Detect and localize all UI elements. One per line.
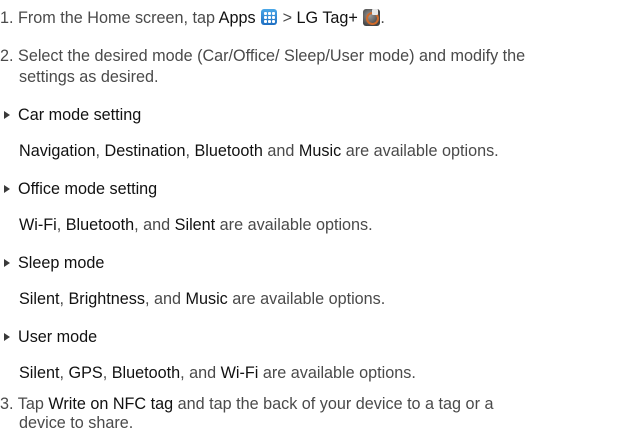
step-text: device to share. — [19, 414, 134, 432]
step-number: 2. — [0, 47, 14, 65]
sleep-mode-heading: Sleep mode — [4, 253, 104, 274]
step-number: 3. — [0, 395, 14, 413]
car-mode-heading: Car mode setting — [4, 105, 141, 126]
write-nfc-label: Write on NFC tag — [48, 395, 174, 413]
office-mode-options: Wi-Fi, Bluetooth, and Silent are availab… — [19, 216, 373, 234]
step-2-continued: settings as desired. — [19, 67, 158, 88]
lg-tag-plus-icon — [363, 9, 381, 26]
step-1: 1. From the Home screen, tap Apps > LG T… — [0, 8, 385, 29]
car-mode-options: Navigation, Destination, Bluetooth and M… — [19, 142, 499, 160]
step-text: and tap the back of your device to a tag… — [177, 395, 494, 413]
instruction-document: 1. From the Home screen, tap Apps > LG T… — [0, 0, 621, 433]
office-mode-heading: Office mode setting — [4, 179, 157, 200]
user-mode-heading: User mode — [4, 327, 97, 348]
lg-tag-label: LG Tag+ — [296, 9, 358, 27]
step-3-continued: device to share. — [19, 413, 133, 434]
step-text: settings as desired. — [19, 68, 159, 86]
triangle-bullet-icon — [4, 333, 10, 341]
step-text: Select the desired mode (Car/Office/ Sle… — [18, 47, 526, 65]
arrow-separator: > — [282, 9, 293, 27]
triangle-bullet-icon — [4, 111, 10, 119]
apps-grid-icon — [261, 9, 278, 25]
triangle-bullet-icon — [4, 259, 10, 267]
step-text: From the Home screen, tap — [18, 9, 216, 27]
step-number: 1. — [0, 9, 14, 27]
step-3: 3. Tap Write on NFC tag and tap the back… — [0, 394, 493, 415]
step-text: Tap — [17, 395, 44, 413]
period: . — [380, 9, 385, 27]
step-2: 2. Select the desired mode (Car/Office/ … — [0, 46, 525, 67]
sleep-mode-options: Silent, Brightness, and Music are availa… — [19, 290, 386, 308]
user-mode-options: Silent, GPS, Bluetooth, and Wi-Fi are av… — [19, 364, 416, 382]
apps-label: Apps — [218, 9, 256, 27]
triangle-bullet-icon — [4, 185, 10, 193]
